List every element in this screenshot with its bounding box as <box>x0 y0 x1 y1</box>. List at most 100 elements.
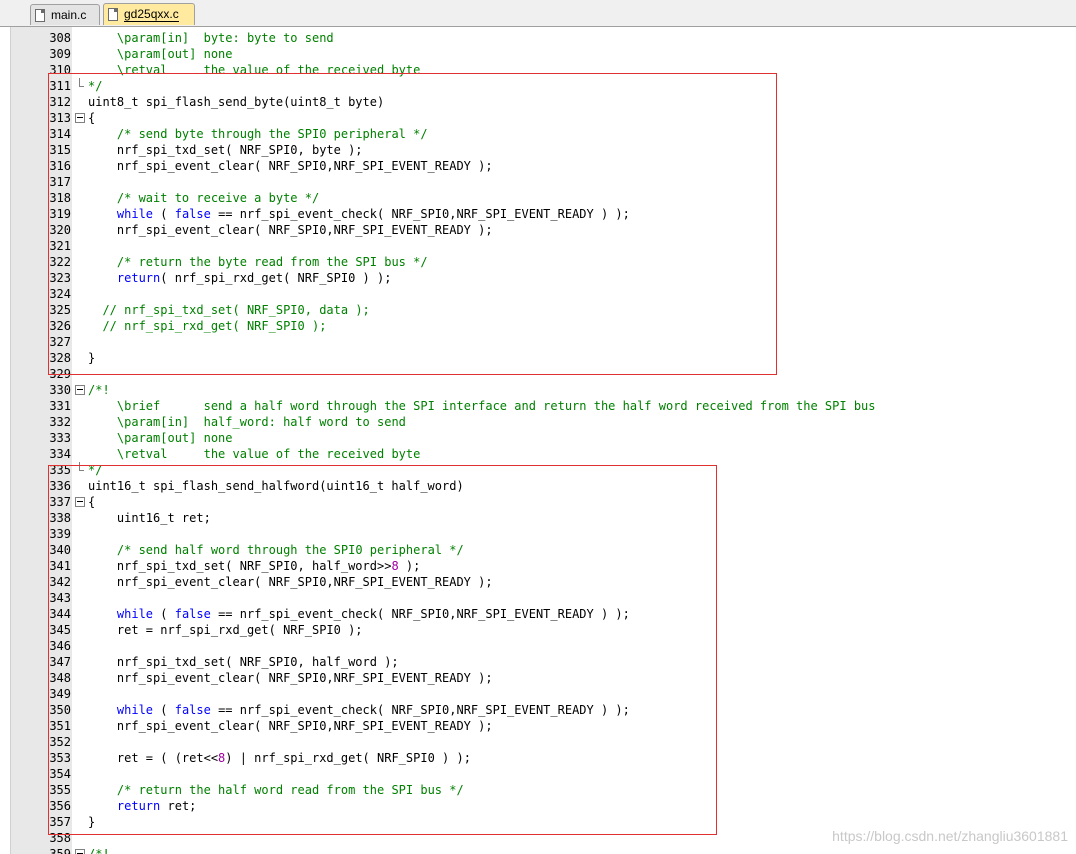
code-token-plain: == nrf_spi_event_check( NRF_SPI0,NRF_SPI… <box>210 207 630 221</box>
file-icon <box>35 8 45 22</box>
code-line[interactable]: 321 <box>0 238 1076 254</box>
code-line[interactable]: 313 { <box>0 110 1076 126</box>
code-text: nrf_spi_event_clear( NRF_SPI0,NRF_SPI_EV… <box>88 718 493 734</box>
code-line[interactable]: 349 <box>0 686 1076 702</box>
code-text: /* return the byte read from the SPI bus… <box>88 254 428 270</box>
fold-collapse-icon[interactable] <box>74 382 86 398</box>
file-icon <box>108 8 118 21</box>
code-line[interactable]: 347 nrf_spi_txd_set( NRF_SPI0, half_word… <box>0 654 1076 670</box>
code-line[interactable]: 352 <box>0 734 1076 750</box>
code-token-plain: ret = ( (ret<< <box>88 751 219 765</box>
code-line[interactable]: 331 \brief send a half word through the … <box>0 398 1076 414</box>
code-line[interactable]: 314 /* send byte through the SPI0 periph… <box>0 126 1076 142</box>
code-line[interactable]: 335 */ <box>0 462 1076 478</box>
code-line[interactable]: 332 \param[in] half_word: half word to s… <box>0 414 1076 430</box>
tab-gd25qxx-c[interactable]: gd25qxx.c <box>103 3 195 25</box>
code-line[interactable]: 342 nrf_spi_event_clear( NRF_SPI0,NRF_SP… <box>0 574 1076 590</box>
code-line[interactable]: 350 while ( false == nrf_spi_event_check… <box>0 702 1076 718</box>
code-line[interactable]: 353 ret = ( (ret<<8) | nrf_spi_rxd_get( … <box>0 750 1076 766</box>
code-text: ret = ( (ret<<8) | nrf_spi_rxd_get( NRF_… <box>88 750 471 766</box>
code-line[interactable]: 329 <box>0 366 1076 382</box>
code-line[interactable]: 354 <box>0 766 1076 782</box>
code-line[interactable]: 330 /*! <box>0 382 1076 398</box>
code-line[interactable]: 322 /* return the byte read from the SPI… <box>0 254 1076 270</box>
code-line[interactable]: 355 /* return the half word read from th… <box>0 782 1076 798</box>
code-token-plain: ret = nrf_spi_rxd_get( NRF_SPI0 ); <box>88 623 363 637</box>
code-line[interactable]: 319 while ( false == nrf_spi_event_check… <box>0 206 1076 222</box>
code-line[interactable]: 333 \param[out] none <box>0 430 1076 446</box>
code-line[interactable]: 344 while ( false == nrf_spi_event_check… <box>0 606 1076 622</box>
code-editor[interactable]: 308 \param[in] byte: byte to send 309 \pa… <box>0 27 1076 854</box>
code-text: /* send byte through the SPI0 peripheral… <box>88 126 428 142</box>
code-line[interactable]: 351 nrf_spi_event_clear( NRF_SPI0,NRF_SP… <box>0 718 1076 734</box>
tab-label: gd25qxx.c <box>124 7 179 22</box>
code-line[interactable]: 320 nrf_spi_event_clear( NRF_SPI0,NRF_SP… <box>0 222 1076 238</box>
line-number: 350 <box>49 703 71 717</box>
code-text: ret = nrf_spi_rxd_get( NRF_SPI0 ); <box>88 622 363 638</box>
code-line[interactable]: 345 ret = nrf_spi_rxd_get( NRF_SPI0 ); <box>0 622 1076 638</box>
code-line[interactable]: 346 <box>0 638 1076 654</box>
code-line[interactable]: 308 \param[in] byte: byte to send <box>0 30 1076 46</box>
fold-collapse-icon[interactable] <box>74 110 86 126</box>
code-line[interactable]: 324 <box>0 286 1076 302</box>
code-token-plain: ret; <box>160 799 197 813</box>
code-text: nrf_spi_event_clear( NRF_SPI0,NRF_SPI_EV… <box>88 574 493 590</box>
code-line[interactable]: 341 nrf_spi_txd_set( NRF_SPI0, half_word… <box>0 558 1076 574</box>
code-token-comment: // nrf_spi_rxd_get( NRF_SPI0 ); <box>102 319 327 333</box>
code-line[interactable]: 339 <box>0 526 1076 542</box>
line-number: 352 <box>49 735 71 749</box>
code-line[interactable]: 318 /* wait to receive a byte */ <box>0 190 1076 206</box>
fold-collapse-icon[interactable] <box>74 846 86 854</box>
code-token-plain: == nrf_spi_event_check( NRF_SPI0,NRF_SPI… <box>210 607 630 621</box>
code-token-comment: \param[out] none <box>116 431 233 445</box>
code-text: uint8_t spi_flash_send_byte(uint8_t byte… <box>88 94 384 110</box>
code-token-comment: \param[in] half_word: half word to send <box>116 415 406 429</box>
tab-main-c[interactable]: main.c <box>30 4 100 25</box>
code-line[interactable]: 336 uint16_t spi_flash_send_halfword(uint… <box>0 478 1076 494</box>
code-text: /*! <box>88 846 110 854</box>
code-line[interactable]: 337 { <box>0 494 1076 510</box>
code-text: // nrf_spi_txd_set( NRF_SPI0, data ); <box>88 302 369 318</box>
code-line[interactable]: 310 \retval the value of the received by… <box>0 62 1076 78</box>
code-line[interactable]: 316 nrf_spi_event_clear( NRF_SPI0,NRF_SP… <box>0 158 1076 174</box>
watermark: https://blog.csdn.net/zhangliu3601881 <box>832 828 1068 844</box>
code-line[interactable]: 334 \retval the value of the received by… <box>0 446 1076 462</box>
code-line[interactable]: 340 /* send half word through the SPI0 p… <box>0 542 1076 558</box>
code-text: nrf_spi_event_clear( NRF_SPI0,NRF_SPI_EV… <box>88 158 493 174</box>
code-text: while ( false == nrf_spi_event_check( NR… <box>88 702 630 718</box>
code-line[interactable]: 315 nrf_spi_txd_set( NRF_SPI0, byte ); <box>0 142 1076 158</box>
code-token-plain: == nrf_spi_event_check( NRF_SPI0,NRF_SPI… <box>210 703 630 717</box>
code-line[interactable]: 326 // nrf_spi_rxd_get( NRF_SPI0 ); <box>0 318 1076 334</box>
code-line[interactable]: 325 // nrf_spi_txd_set( NRF_SPI0, data )… <box>0 302 1076 318</box>
code-line[interactable]: 309 \param[out] none <box>0 46 1076 62</box>
code-line[interactable]: 327 <box>0 334 1076 350</box>
code-line[interactable]: 311 */ <box>0 78 1076 94</box>
code-line[interactable]: 343 <box>0 590 1076 606</box>
code-token-comment: \param[out] none <box>116 47 233 61</box>
line-number: 328 <box>49 351 71 365</box>
code-text: */ <box>88 462 102 478</box>
code-line[interactable]: 317 <box>0 174 1076 190</box>
code-line[interactable]: 348 nrf_spi_event_clear( NRF_SPI0,NRF_SP… <box>0 670 1076 686</box>
code-text: \brief send a half word through the SPI … <box>88 398 876 414</box>
line-number: 355 <box>49 783 71 797</box>
code-line[interactable]: 323 return( nrf_spi_rxd_get( NRF_SPI0 ) … <box>0 270 1076 286</box>
code-text: /* send half word through the SPI0 perip… <box>88 542 464 558</box>
code-line[interactable]: 356 return ret; <box>0 798 1076 814</box>
code-line[interactable]: 338 uint16_t ret; <box>0 510 1076 526</box>
code-text: uint16_t ret; <box>88 510 211 526</box>
code-line[interactable]: 328} <box>0 350 1076 366</box>
code-token-plain: nrf_spi_event_clear( NRF_SPI0,NRF_SPI_EV… <box>88 719 493 733</box>
code-text: { <box>88 110 95 126</box>
code-token-keyword: false <box>174 607 211 621</box>
code-line[interactable]: 359 /*! <box>0 846 1076 854</box>
code-line[interactable]: 312 uint8_t spi_flash_send_byte(uint8_t b… <box>0 94 1076 110</box>
line-number: 324 <box>49 287 71 301</box>
fold-collapse-icon[interactable] <box>74 494 86 510</box>
code-token-plain: } <box>88 351 96 365</box>
